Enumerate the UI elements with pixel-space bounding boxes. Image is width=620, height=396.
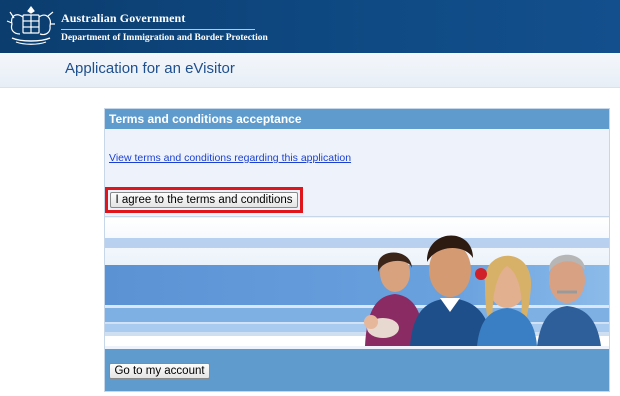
go-to-account-button[interactable]: Go to my account (109, 363, 210, 379)
view-terms-link[interactable]: View terms and conditions regarding this… (109, 152, 351, 164)
agree-terms-button[interactable]: I agree to the terms and conditions (110, 192, 298, 208)
government-title: Australian Government Department of Immi… (61, 11, 268, 43)
page-title: Application for an eVisitor (65, 60, 235, 77)
department-name: Department of Immigration and Border Pro… (61, 33, 268, 43)
coat-of-arms-icon (6, 6, 55, 45)
government-name: Australian Government (61, 11, 186, 25)
terms-panel: Terms and conditions acceptance View ter… (104, 108, 610, 392)
banner-illustration (105, 218, 609, 346)
title-divider (61, 29, 255, 30)
panel-heading: Terms and conditions acceptance (105, 109, 609, 129)
panel-footer: Go to my account (105, 349, 609, 391)
app-title-bar: Application for an eVisitor (0, 53, 620, 88)
panel-divider (105, 216, 609, 217)
government-header: Australian Government Department of Immi… (0, 0, 620, 53)
people-banner-image (105, 218, 609, 346)
